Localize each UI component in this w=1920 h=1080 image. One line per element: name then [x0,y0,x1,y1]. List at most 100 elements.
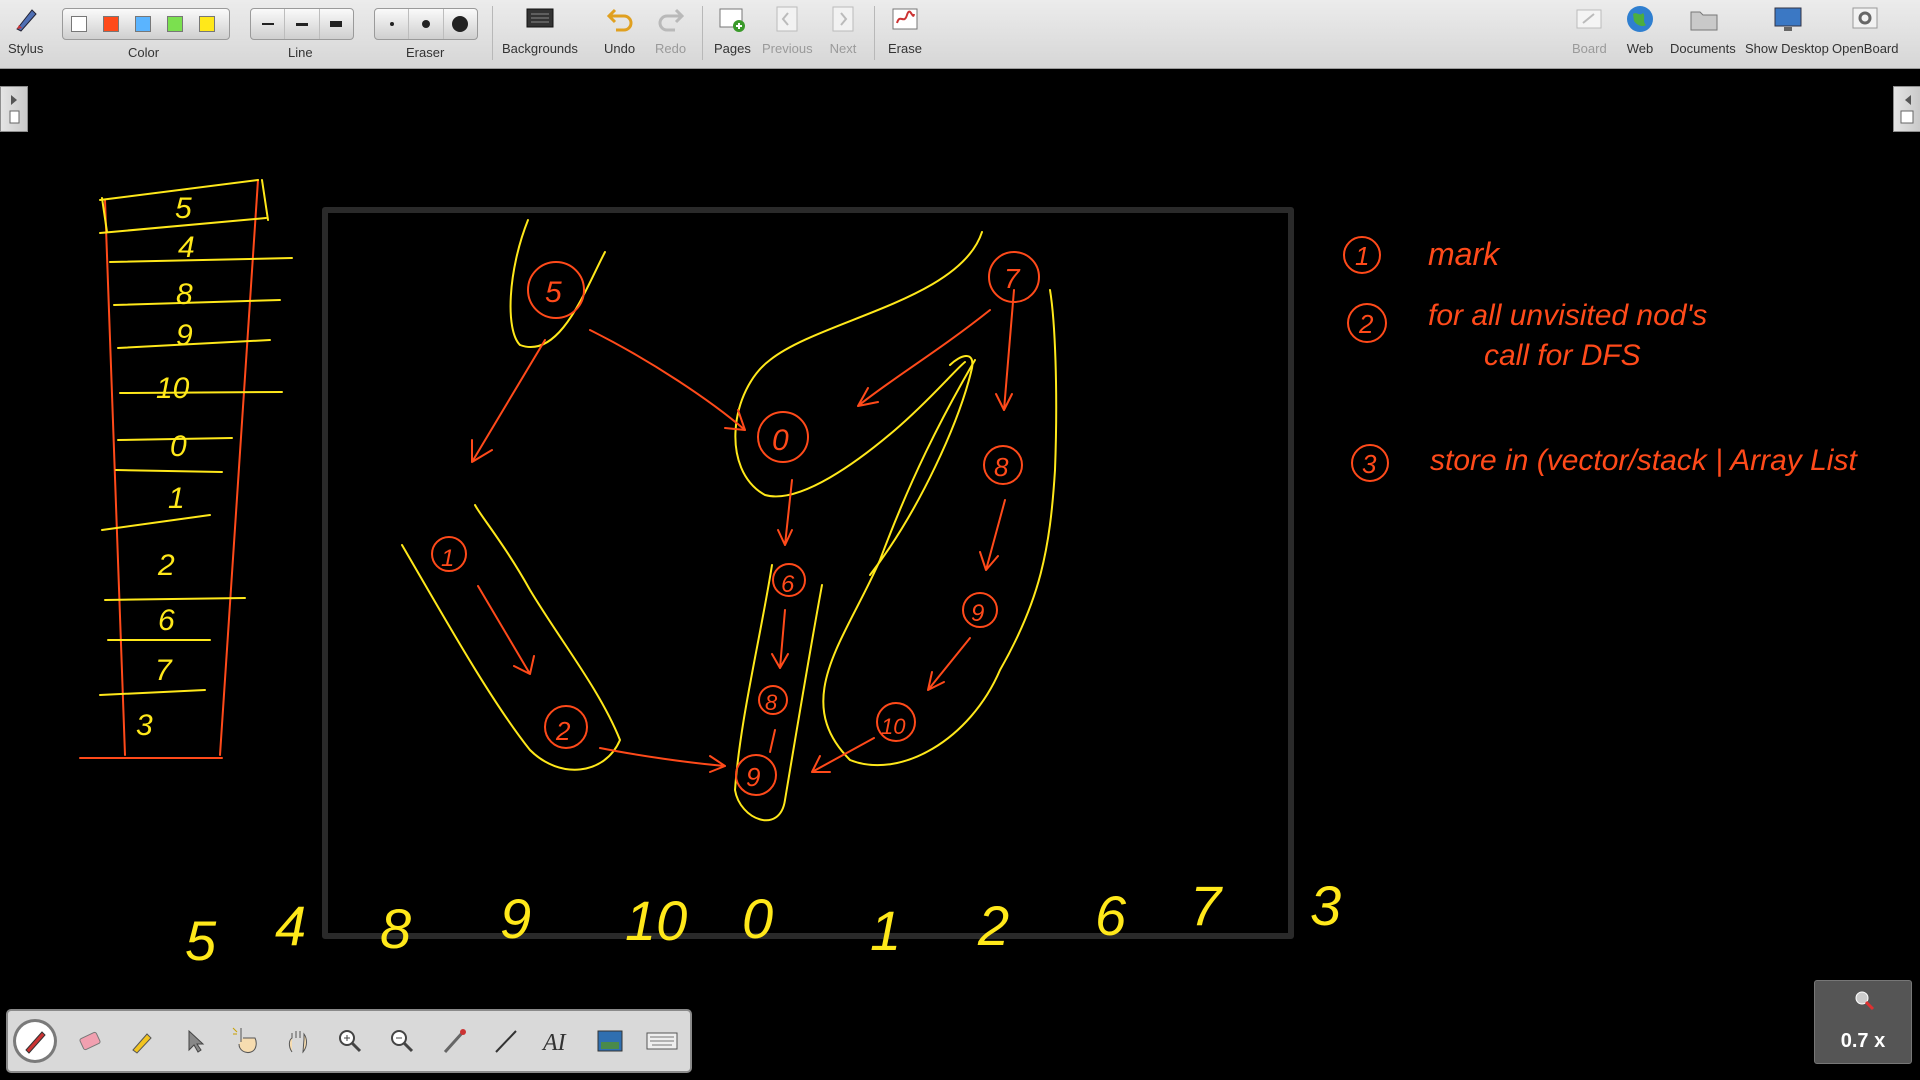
node-label: 7 [1004,263,1021,294]
stack-item: 2 [157,549,175,582]
color-red[interactable] [103,16,119,32]
svg-text:AI: AI [541,1030,567,1056]
note-number: 3 [1362,449,1377,479]
node-label: 10 [881,714,906,739]
color-picker[interactable] [62,8,230,40]
node-label: 9 [971,600,984,627]
desktop-icon [1772,4,1802,34]
line-medium[interactable] [285,9,320,39]
erase-button[interactable]: Erase [888,4,922,56]
laser-pointer-icon [443,1029,466,1054]
order-item: 10 [625,889,687,952]
highlighter-icon [132,1033,152,1054]
order-item: 7 [1190,874,1223,937]
zoom-out-tool[interactable] [382,1021,422,1061]
node-label: 1 [441,545,454,572]
hand-icon [288,1031,307,1054]
stack-item: 8 [176,278,193,311]
keyboard-icon [646,1032,678,1050]
laser-pointer-tool[interactable] [434,1021,474,1061]
hand-tool[interactable] [278,1021,318,1061]
undo-button[interactable]: Undo [604,4,635,56]
line-thick[interactable] [320,9,353,39]
stack-item: 10 [156,372,190,405]
edge-arrows [471,289,1015,773]
stylus-icon [11,4,41,34]
note-text: mark [1428,236,1501,272]
backgrounds-button[interactable]: Backgrounds [502,4,578,56]
pointing-hand-icon [232,1027,257,1053]
backgrounds-icon [525,4,555,34]
node-label: 5 [545,276,562,309]
pages-button[interactable]: Pages [714,4,751,56]
note-text: call for DFS [1484,339,1641,372]
main-toolbar: Stylus Color Line Eraser Backgrounds Und… [0,0,1920,69]
stack-values: 5 4 8 9 10 0 1 2 6 7 3 [136,192,195,742]
dfs-order: 5 4 8 9 10 0 1 2 6 7 3 [185,874,1341,972]
line-width-picker[interactable] [250,8,354,40]
stack-item: 4 [178,231,195,264]
tool-palette: AI [6,1009,692,1073]
pen-icon [25,1031,46,1054]
line-label: Line [288,45,313,60]
color-yellow[interactable] [199,16,215,32]
openboard-menu-button[interactable]: OpenBoard [1832,4,1899,56]
interact-tool[interactable] [226,1021,266,1061]
pen-tool[interactable] [16,1022,54,1060]
whiteboard-canvas[interactable]: 5 4 8 9 10 0 1 2 6 7 3 5 0 1 2 9 6 8 7 8… [0,68,1920,1008]
line-tool[interactable] [486,1021,526,1061]
next-page-button[interactable]: Next [828,4,858,56]
eraser-large[interactable] [444,9,477,39]
eraser-medium[interactable] [409,9,444,39]
previous-page-button[interactable]: Previous [762,4,813,56]
order-item: 4 [275,894,306,957]
eraser-label: Eraser [406,45,445,60]
web-button[interactable]: Web [1625,4,1655,56]
order-item: 8 [380,897,411,960]
eraser-size-picker[interactable] [374,8,478,40]
screen-capture-icon [597,1030,623,1052]
capture-tool[interactable] [590,1021,630,1061]
color-label: Color [128,45,160,60]
undo-icon [605,4,635,34]
line-icon [495,1030,517,1053]
line-thin[interactable] [251,9,286,39]
board-button[interactable]: Board [1572,4,1607,56]
redo-icon [656,4,686,34]
node-label: 0 [772,424,789,457]
text-tool[interactable]: AI [538,1021,578,1061]
order-item: 5 [185,909,217,972]
highlighter-tool[interactable] [122,1021,162,1061]
virtual-keyboard-tool[interactable] [642,1021,682,1061]
order-item: 0 [742,887,773,950]
show-desktop-button[interactable]: Show Desktop [1745,4,1829,56]
order-item: 1 [870,899,901,962]
note-number: 2 [1358,309,1374,339]
node-label: 2 [555,716,571,746]
stack-drawing [79,179,293,759]
stylus-tool[interactable]: Stylus [8,4,43,56]
color-green[interactable] [167,16,183,32]
stack-item: 0 [170,430,187,463]
stack-item: 9 [176,319,193,352]
color-white[interactable] [71,16,87,32]
zoom-indicator[interactable]: 0.7 x [1814,980,1912,1064]
order-item: 9 [500,887,531,950]
zoom-in-tool[interactable] [330,1021,370,1061]
arrow-cursor-icon [188,1029,205,1053]
node-label: 8 [765,690,778,715]
eraser-small[interactable] [375,9,410,39]
erase-board-icon [890,4,920,34]
order-item: 2 [977,894,1009,957]
color-blue[interactable] [135,16,151,32]
selector-tool[interactable] [174,1021,214,1061]
text-icon: AI [541,1030,567,1056]
note-text: store in (vector/stack | Array List [1430,444,1858,477]
next-page-icon [828,4,858,34]
stack-item: 5 [175,192,192,225]
zoom-out-icon [391,1030,414,1053]
eraser-tool[interactable] [70,1021,110,1061]
redo-button[interactable]: Redo [655,4,686,56]
stack-item: 6 [158,604,175,637]
documents-button[interactable]: Documents [1670,4,1736,56]
